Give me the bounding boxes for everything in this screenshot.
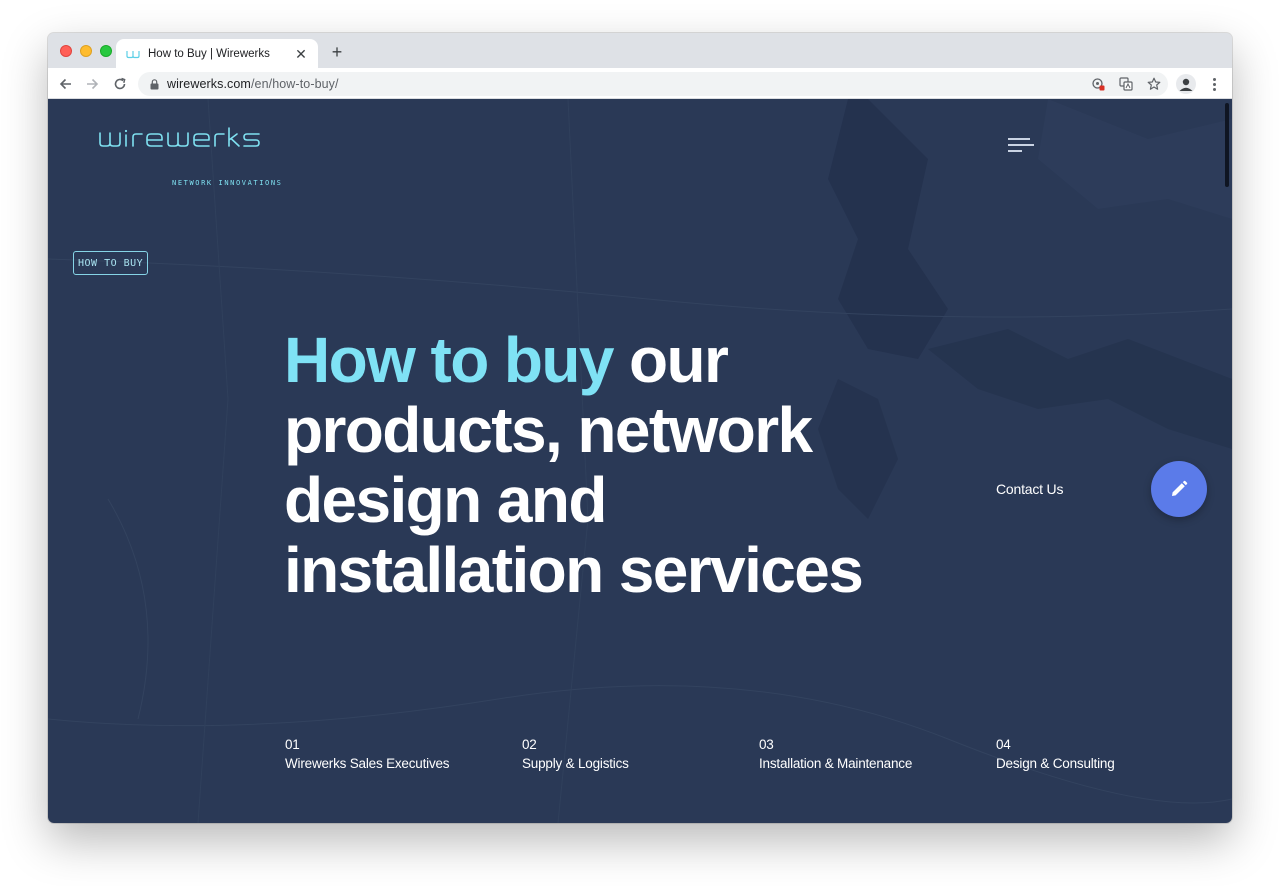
step-item[interactable]: 03 Installation & Maintenance xyxy=(759,736,989,774)
step-number: 03 xyxy=(759,737,774,752)
new-tab-button[interactable]: + xyxy=(328,43,346,61)
translate-icon[interactable] xyxy=(1112,72,1140,96)
tracking-icon[interactable] xyxy=(1084,72,1112,96)
scrollbar-thumb[interactable] xyxy=(1225,103,1229,187)
minimize-window-button[interactable] xyxy=(80,45,92,57)
browser-toolbar: wirewerks.com/en/how-to-buy/ xyxy=(48,68,1232,99)
lock-icon[interactable] xyxy=(150,78,159,90)
logo-tagline: NETWORK INNOVATIONS xyxy=(172,179,283,187)
profile-icon[interactable] xyxy=(1176,74,1196,94)
tab-strip: How to Buy | Wirewerks ✕ + xyxy=(48,33,1232,68)
pencil-icon xyxy=(1172,480,1188,496)
forward-button[interactable] xyxy=(82,74,102,94)
wirewerks-logotype-icon xyxy=(99,127,260,147)
edit-fab-button[interactable] xyxy=(1151,461,1207,517)
back-icon xyxy=(59,78,71,90)
step-label: Installation & Maintenance xyxy=(759,756,913,771)
step-label: Wirewerks Sales Executives xyxy=(285,756,450,771)
step-item[interactable]: 04 Design & Consulting xyxy=(996,736,1226,774)
forward-icon xyxy=(87,78,99,90)
step-label: Supply & Logistics xyxy=(522,756,629,771)
maximize-window-button[interactable] xyxy=(100,45,112,57)
reload-icon xyxy=(114,77,126,90)
url-text: wirewerks.com/en/how-to-buy/ xyxy=(167,77,339,91)
step-number: 04 xyxy=(996,737,1011,752)
hero-heading-accent: How to buy xyxy=(284,324,614,396)
page-scrollbar[interactable] xyxy=(1222,99,1232,823)
star-icon[interactable] xyxy=(1140,72,1168,96)
reload-button[interactable] xyxy=(110,74,130,94)
address-bar[interactable]: wirewerks.com/en/how-to-buy/ xyxy=(138,72,1168,96)
browser-tab[interactable]: How to Buy | Wirewerks ✕ xyxy=(116,39,318,68)
step-item[interactable]: 01 Wirewerks Sales Executives xyxy=(285,736,515,774)
step-number: 01 xyxy=(285,737,300,752)
browser-window: How to Buy | Wirewerks ✕ + wirewerks.com… xyxy=(48,33,1232,823)
hero-heading: How to buy our products, network design … xyxy=(284,325,924,605)
url-path: /en/how-to-buy/ xyxy=(250,77,339,91)
menu-hamburger-icon[interactable] xyxy=(1008,136,1036,152)
step-item[interactable]: 02 Supply & Logistics xyxy=(522,736,752,774)
menu-icon[interactable] xyxy=(1206,74,1222,94)
back-button[interactable] xyxy=(56,74,76,94)
wirewerks-favicon-icon xyxy=(126,49,140,59)
wirewerks-logo[interactable]: NETWORK INNOVATIONS xyxy=(98,127,288,187)
step-label: Design & Consulting xyxy=(996,756,1115,771)
contact-us-link[interactable]: Contact Us xyxy=(996,481,1063,497)
close-window-button[interactable] xyxy=(60,45,72,57)
how-to-buy-badge: HOW TO BUY xyxy=(73,251,149,275)
step-number: 02 xyxy=(522,737,537,752)
tab-title: How to Buy | Wirewerks xyxy=(148,47,270,60)
url-domain: wirewerks.com xyxy=(167,77,251,91)
tab-close-icon[interactable]: ✕ xyxy=(294,47,308,61)
page-content: NETWORK INNOVATIONS HOW TO BUY How to bu… xyxy=(48,99,1232,823)
